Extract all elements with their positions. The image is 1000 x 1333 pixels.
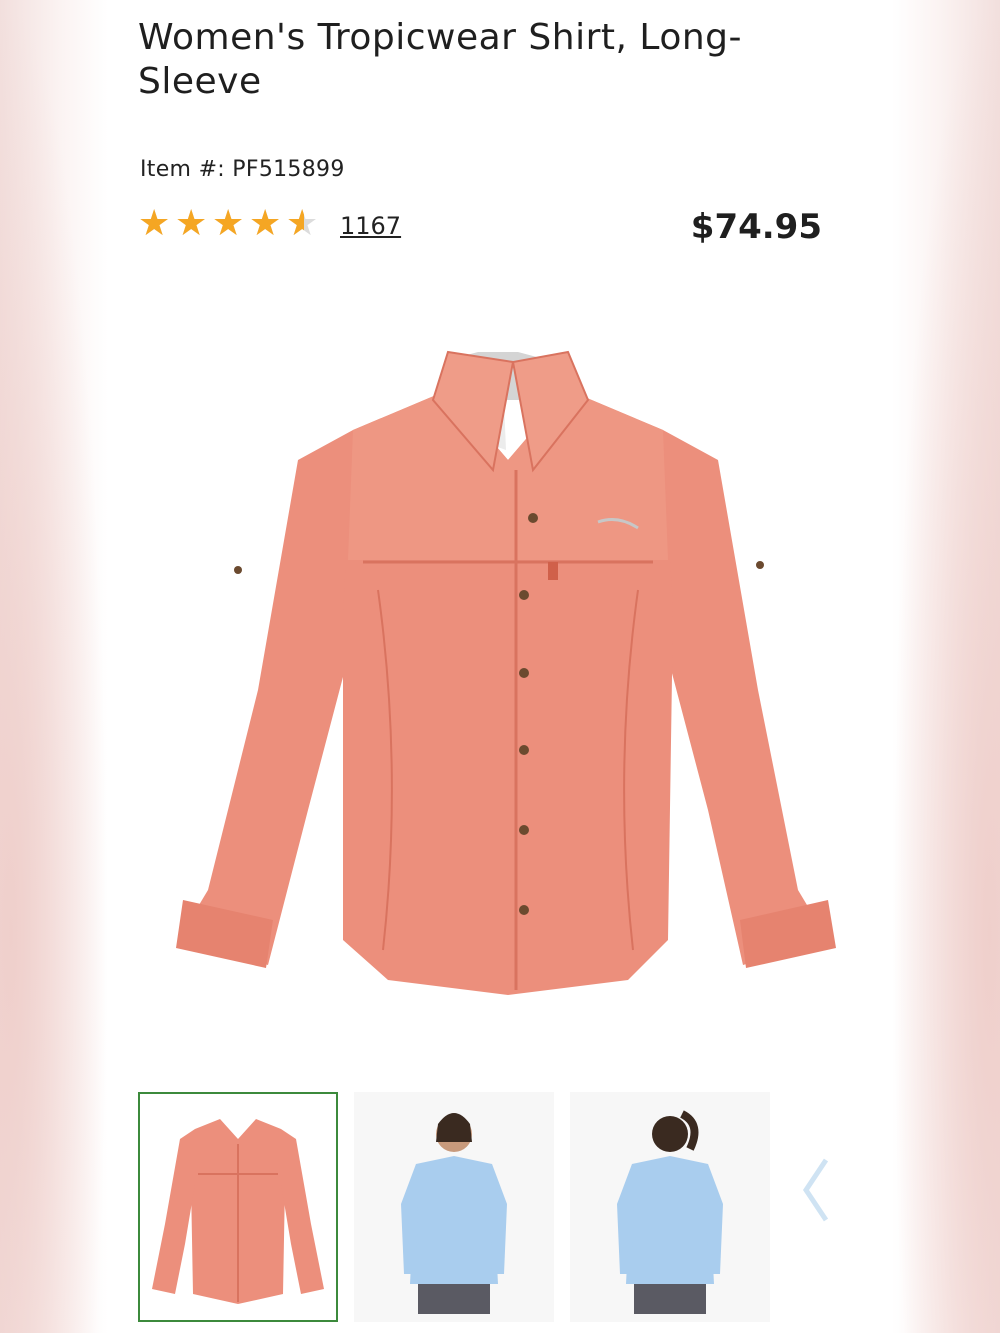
- star-icon: ★ ★: [175, 203, 208, 244]
- thumbnail-model-front[interactable]: [354, 1092, 554, 1322]
- review-count-link[interactable]: 1167: [340, 212, 401, 240]
- chevron-right-icon[interactable]: [798, 1150, 838, 1230]
- star-rating[interactable]: ★ ★ ★ ★ ★ ★ ★ ★ ★ ★: [138, 205, 321, 245]
- star-icon: ★ ★: [249, 203, 282, 244]
- thumbnail-coral-shirt[interactable]: [138, 1092, 338, 1322]
- thumbnail-strip: [138, 1092, 770, 1322]
- star-icon: ★ ★: [212, 203, 245, 244]
- star-icon: ★ ★: [138, 203, 171, 244]
- background-left-blur: [0, 0, 108, 1333]
- thumbnail-model-back[interactable]: [570, 1092, 770, 1322]
- item-number: Item #: PF515899: [140, 157, 345, 182]
- product-page: Women's Tropicwear Shirt, Long-Sleeve It…: [108, 0, 892, 1333]
- background-right-blur: [892, 0, 1000, 1333]
- main-product-image[interactable]: [148, 290, 868, 1050]
- star-icon: ★ ★: [286, 203, 319, 244]
- product-price: $74.95: [690, 207, 822, 247]
- product-title: Women's Tropicwear Shirt, Long-Sleeve: [138, 17, 742, 102]
